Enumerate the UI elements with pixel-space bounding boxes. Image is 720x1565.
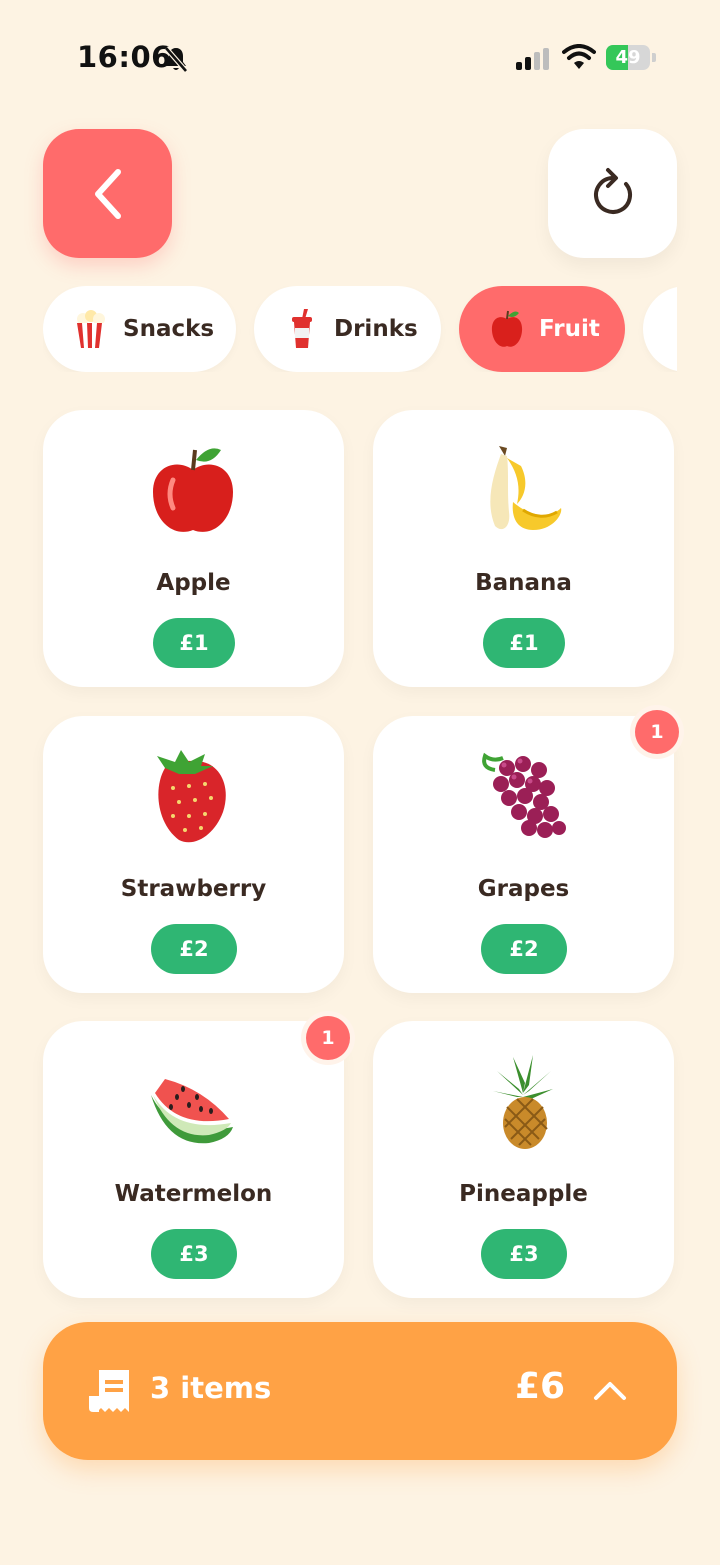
- product-card-watermelon[interactable]: Watermelon £3: [43, 1021, 344, 1298]
- watermelon-icon: [151, 1079, 233, 1144]
- cart-total: £6: [515, 1366, 566, 1407]
- product-card-strawberry[interactable]: Strawberry £2: [43, 716, 344, 993]
- banana-icon: [490, 446, 562, 530]
- status-bar: 16:06 49: [0, 0, 720, 110]
- price-tag: £1: [153, 618, 235, 668]
- tab-label: Fruit: [539, 316, 600, 342]
- product-card-pineapple[interactable]: Pineapple £3: [373, 1021, 674, 1298]
- battery-percent: 49: [615, 47, 641, 68]
- bell-slash-icon: [164, 46, 188, 73]
- tab-more[interactable]: [643, 286, 677, 372]
- tab-label: Snacks: [123, 316, 215, 342]
- back-button[interactable]: [43, 129, 172, 258]
- product-name: Apple: [156, 570, 231, 596]
- product-card-grapes[interactable]: Grapes £2: [373, 716, 674, 993]
- strawberry-icon: [157, 750, 226, 843]
- product-name: Strawberry: [120, 876, 267, 902]
- tab-snacks[interactable]: Snacks: [43, 286, 236, 372]
- price-tag: £1: [483, 618, 565, 668]
- wifi-icon: [562, 44, 596, 69]
- cup-with-straw-icon: [292, 309, 312, 348]
- grapes-icon: [482, 752, 566, 838]
- price-tag: £2: [151, 924, 237, 974]
- kiosk-screen: 16:06 49 Snacks Drinks Fruit Apple £1 Ba…: [0, 0, 720, 1565]
- cart-summary-button[interactable]: 3 items £6: [43, 1322, 677, 1460]
- price-tag: £3: [151, 1229, 237, 1279]
- quantity-badge-watermelon: 1: [306, 1016, 350, 1060]
- tab-fruit[interactable]: Fruit: [459, 286, 625, 372]
- popcorn-icon: [77, 310, 105, 348]
- receipt-icon: [89, 1370, 129, 1412]
- battery-charging-icon: 49: [606, 45, 656, 70]
- tab-drinks[interactable]: Drinks: [254, 286, 441, 372]
- red-apple-icon: [491, 310, 523, 347]
- apple-icon: [153, 448, 233, 532]
- tab-label: Drinks: [334, 316, 418, 342]
- cart-item-count: 3 items: [150, 1371, 272, 1405]
- product-card-apple[interactable]: Apple £1: [43, 410, 344, 687]
- status-time: 16:06: [77, 40, 172, 74]
- quantity-badge-grapes: 1: [635, 710, 679, 754]
- product-name: Pineapple: [459, 1181, 588, 1207]
- refresh-icon: [593, 167, 632, 214]
- product-name: Banana: [475, 570, 572, 596]
- price-tag: £3: [481, 1229, 567, 1279]
- chevron-up-icon: [594, 1382, 626, 1400]
- product-name: Watermelon: [114, 1181, 273, 1207]
- product-name: Grapes: [477, 876, 570, 902]
- product-card-banana[interactable]: Banana £1: [373, 410, 674, 687]
- price-tag: £2: [481, 924, 567, 974]
- pineapple-icon: [493, 1055, 553, 1149]
- cellular-signal-icon: [516, 48, 549, 70]
- reset-button[interactable]: [548, 129, 677, 258]
- chevron-left-icon: [94, 168, 121, 219]
- category-tabs: Snacks Drinks Fruit: [43, 286, 677, 372]
